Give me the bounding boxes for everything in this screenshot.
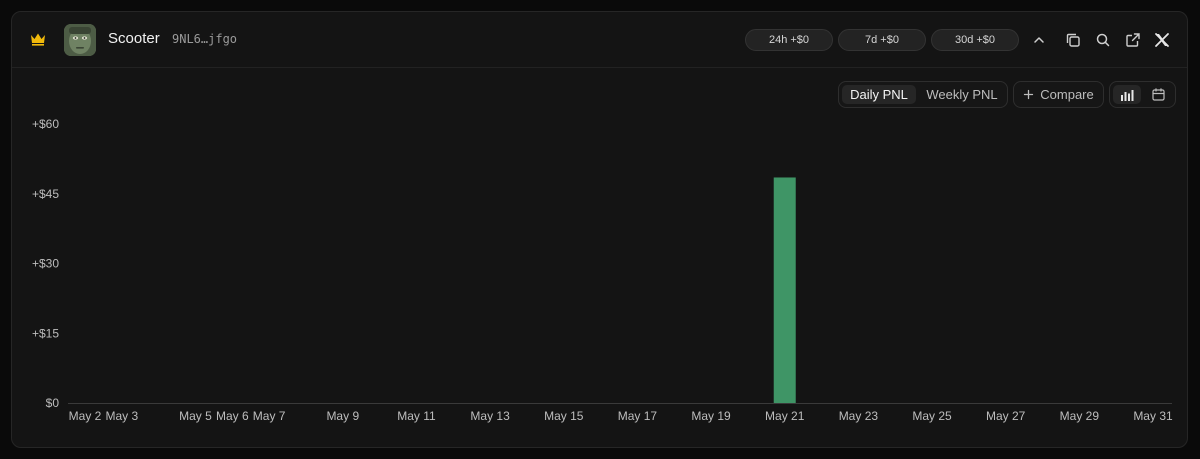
y-tick-label: +$15: [32, 326, 59, 340]
x-tick-label: May 27: [986, 409, 1026, 423]
y-tick-label: +$30: [32, 257, 59, 271]
x-tick-label: May 23: [839, 409, 879, 423]
x-tick-label: May 2: [69, 409, 102, 423]
x-tick-label: May 6: [216, 409, 249, 423]
x-tick-label: May 21: [765, 409, 805, 423]
x-tick-label: May 9: [326, 409, 359, 423]
x-tick-label: May 13: [470, 409, 510, 423]
x-tick-label: May 17: [618, 409, 658, 423]
x-tick-label: May 7: [253, 409, 286, 423]
pnl-bar[interactable]: [773, 177, 796, 403]
y-tick-label: +$60: [32, 117, 59, 131]
daily-pnl-chart: +$60 +$45 +$30 +$15 $0 May 2 May 3 May 5 May 6 Ma…: [32, 117, 1173, 423]
x-tick-label: May 19: [691, 409, 731, 423]
y-tick-label: +$45: [32, 187, 59, 201]
x-tick-label: May 15: [544, 409, 584, 423]
y-tick-label: $0: [46, 396, 60, 410]
x-tick-label: May 29: [1060, 409, 1100, 423]
x-tick-label: May 25: [912, 409, 952, 423]
x-tick-label: May 5: [179, 409, 212, 423]
x-tick-label: May 3: [105, 409, 138, 423]
x-tick-label: May 11: [397, 409, 436, 423]
x-tick-label: May 31: [1133, 409, 1173, 423]
